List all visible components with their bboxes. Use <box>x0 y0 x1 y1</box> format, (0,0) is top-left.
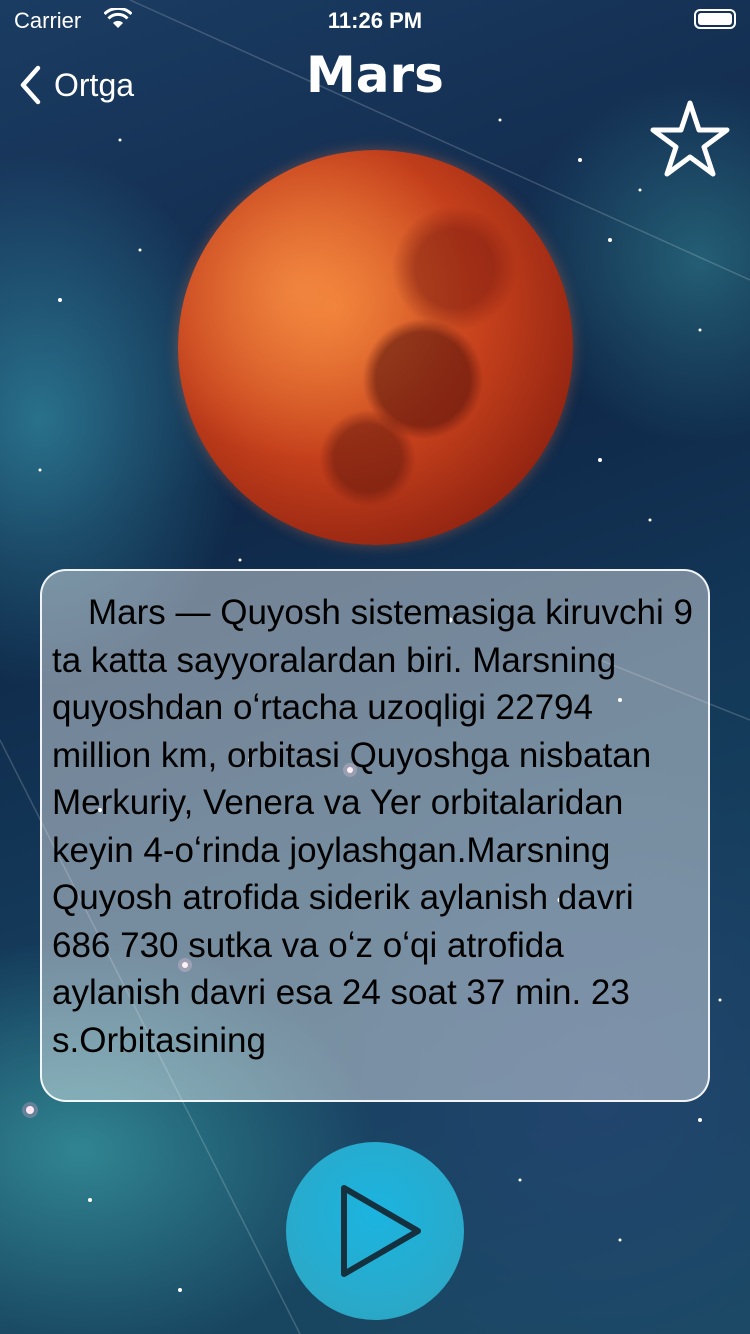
favorite-button[interactable] <box>648 98 732 182</box>
star-outline-icon <box>650 100 730 177</box>
status-time: 11:26 PM <box>327 8 423 33</box>
status-bar: Carrier 11:26 PM <box>0 0 750 40</box>
play-icon <box>341 1185 421 1277</box>
play-button[interactable] <box>286 1142 464 1320</box>
page-title: Mars <box>306 46 444 104</box>
mars-planet-image <box>178 150 573 545</box>
battery-icon <box>694 9 736 29</box>
description-panel[interactable]: Mars — Quyosh sistemasiga kiruvchi 9 ta … <box>40 569 710 1102</box>
description-text: Mars — Quyosh sistemasiga kiruvchi 9 ta … <box>52 593 693 1060</box>
